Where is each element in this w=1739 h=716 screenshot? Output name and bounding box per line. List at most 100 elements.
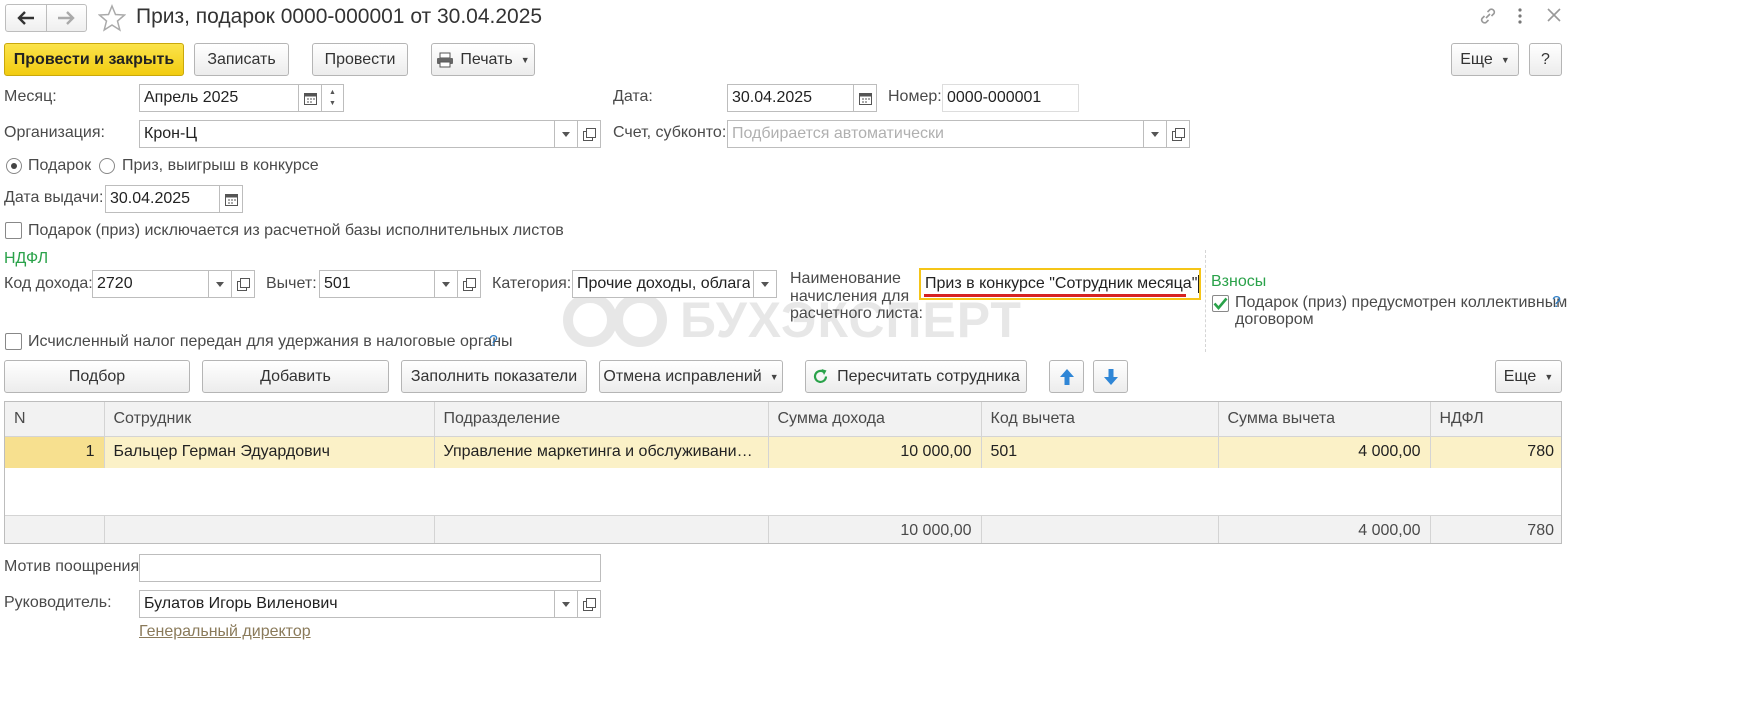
column-header-n[interactable]: N [5,402,105,437]
spin-down-icon[interactable]: ▼ [329,98,336,109]
more-button[interactable]: Еще ▼ [1451,43,1519,76]
cell-deduction-code[interactable]: 501 [981,436,1219,468]
close-icon[interactable] [1546,7,1562,28]
category-label: Категория: [492,275,572,292]
favorite-star-icon[interactable] [97,4,127,37]
radio-prize[interactable] [99,158,115,174]
printer-icon [436,52,454,68]
radio-gift-label[interactable]: Подарок [28,157,91,175]
date-value: 30.04.2025 [732,89,813,106]
total-deduction-sum: 4 000,00 [1218,514,1431,543]
income-code-open-button[interactable] [231,270,255,298]
issue-date-calendar-button[interactable] [219,186,242,212]
exclude-checkbox[interactable] [5,222,22,239]
cell-income[interactable]: 10 000,00 [768,436,982,468]
column-header-deduction-sum[interactable]: Сумма вычета [1218,402,1431,437]
open-icon [462,277,476,291]
radio-gift[interactable] [6,158,22,174]
category-value: Прочие доходы, облагаемые [577,275,750,292]
month-input[interactable]: Апрель 2025 [139,84,299,112]
cell-n[interactable]: 1 [5,436,105,468]
head-dropdown-button[interactable] [554,591,577,617]
account-dropdown-button[interactable] [1143,121,1166,147]
motive-input[interactable] [139,554,601,582]
total-n [5,514,105,543]
date-input[interactable]: 30.04.2025 [727,84,877,112]
category-dropdown-button[interactable] [753,271,776,297]
cancel-fixes-button[interactable]: Отмена исправлений ▼ [599,360,783,393]
deduction-input[interactable]: 501 [319,270,458,298]
kebab-menu-icon[interactable] [1516,7,1524,30]
tax-transferred-label[interactable]: Исчисленный налог передан для удержания … [28,333,513,351]
deduction-dropdown-button[interactable] [434,271,457,297]
move-up-button[interactable] [1049,360,1084,393]
link-icon[interactable] [1478,6,1498,31]
collective-agreement-checkbox[interactable] [1212,295,1229,312]
spin-up-icon[interactable]: ▲ [329,87,336,98]
help-button[interactable]: ? [1529,43,1562,76]
account-input[interactable]: Подбирается автоматически [727,120,1167,148]
save-button[interactable]: Записать [194,43,289,76]
ndfl-section-header: НДФЛ [4,250,49,267]
fill-indicators-label: Заполнить показатели [410,367,578,385]
organization-open-button[interactable] [577,120,601,148]
page-title: Приз, подарок 0000-000001 от 30.04.2025 [136,5,543,28]
column-header-ndfl[interactable]: НДФЛ [1430,402,1561,437]
cell-employee[interactable]: Бальцер Герман Эдуардович [104,436,435,468]
column-header-income[interactable]: Сумма дохода [768,402,982,437]
help-label: ? [1541,50,1550,68]
tax-transferred-help-icon[interactable]: ? [489,333,498,351]
open-icon [1171,127,1185,141]
number-input[interactable]: 0000-000001 [942,84,1079,112]
back-arrow-icon[interactable] [6,5,47,31]
post-button[interactable]: Провести [312,43,408,76]
account-open-button[interactable] [1166,120,1190,148]
table-empty-area[interactable] [5,468,1561,515]
post-and-close-button[interactable]: Провести и закрыть [4,43,184,76]
cell-ndfl[interactable]: 780 [1430,436,1561,468]
cell-department[interactable]: Управление маркетинга и обслуживания кли… [434,436,769,468]
income-code-dropdown-button[interactable] [208,271,231,297]
forward-arrow-icon[interactable] [47,5,87,31]
chevron-down-icon: ▼ [769,371,779,382]
dropdown-arrow-icon [562,601,570,607]
category-input[interactable]: Прочие доходы, облагаемые [572,270,777,298]
head-input[interactable]: Булатов Игорь Виленович [139,590,578,618]
head-open-button[interactable] [577,590,601,618]
print-button[interactable]: Печать ▼ [431,43,535,76]
collective-agreement-label-line-1[interactable]: Подарок (приз) предусмотрен коллективным [1235,294,1567,312]
accrual-name-value: Приз в конкурсе "Сотрудник месяца" [925,275,1198,292]
collective-agreement-label-line-2[interactable]: договором [1235,311,1314,329]
column-header-department[interactable]: Подразделение [434,402,769,437]
post-label: Провести [324,50,396,68]
radio-prize-label[interactable]: Приз, выигрыш в конкурсе [122,157,319,175]
account-placeholder: Подбирается автоматически [732,125,944,142]
organization-input[interactable]: Крон-Ц [139,120,578,148]
move-down-button[interactable] [1093,360,1128,393]
more-label: Еще [1460,50,1493,68]
dropdown-arrow-icon [216,281,224,287]
fill-indicators-button[interactable]: Заполнить показатели [401,360,587,393]
pick-button[interactable]: Подбор [4,360,190,393]
calendar-button[interactable] [298,84,322,112]
organization-dropdown-button[interactable] [554,121,577,147]
tax-transferred-checkbox[interactable] [5,333,22,350]
recalculate-employee-label: Пересчитать сотрудника [837,367,1020,385]
head-position-link[interactable]: Генеральный директор [139,623,311,641]
issue-date-input[interactable]: 30.04.2025 [105,185,243,213]
table-row[interactable]: 1 Бальцер Герман Эдуардович Управление м… [5,436,1561,468]
calendar-icon [858,92,872,105]
exclude-checkbox-label[interactable]: Подарок (приз) исключается из расчетной … [28,222,564,240]
recalculate-employee-button[interactable]: Пересчитать сотрудника [805,360,1027,393]
collective-agreement-help-icon[interactable]: ? [1552,294,1561,312]
date-calendar-button[interactable] [853,85,876,111]
month-spinner[interactable]: ▲ ▼ [321,84,344,112]
deduction-open-button[interactable] [457,270,481,298]
table-more-button[interactable]: Еще ▼ [1495,360,1562,393]
add-button[interactable]: Добавить [202,360,389,393]
cell-deduction-sum[interactable]: 4 000,00 [1218,436,1431,468]
column-header-deduction-code[interactable]: Код вычета [981,402,1219,437]
income-code-input[interactable]: 2720 [92,270,232,298]
deduction-label: Вычет: [266,275,317,292]
column-header-employee[interactable]: Сотрудник [104,402,435,437]
